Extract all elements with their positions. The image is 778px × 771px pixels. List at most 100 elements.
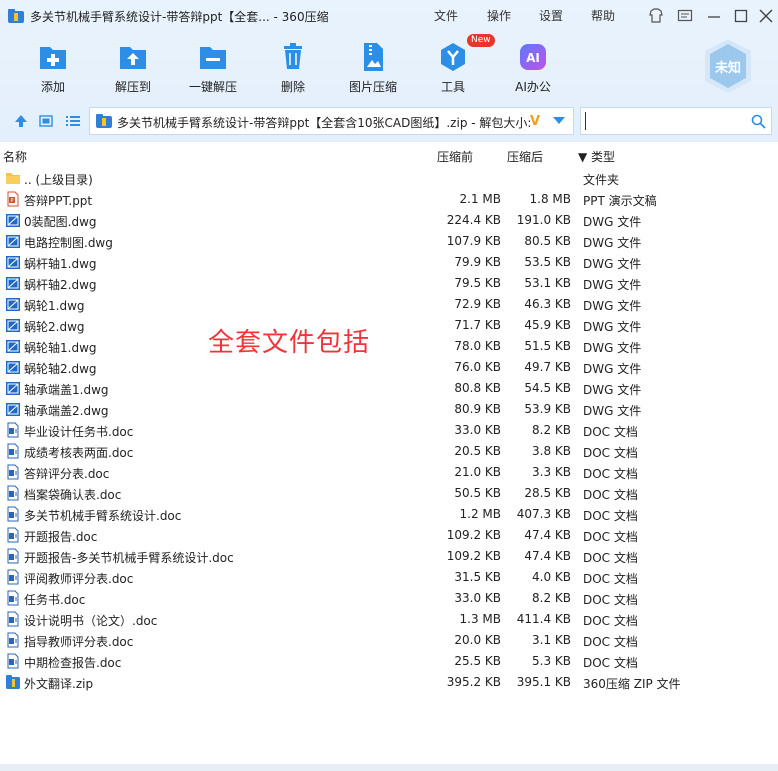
ai-office-icon: AI (520, 44, 546, 70)
column-type[interactable]: ▼ 类型 (578, 148, 615, 165)
file-row[interactable]: 开题报告.doc 109.2 KB 47.4 KB DOC 文档 (0, 525, 778, 546)
file-unpacked-size: 411.4 KB (516, 612, 571, 626)
file-type: PPT 演示文稿 (583, 194, 657, 208)
close-icon[interactable] (758, 8, 774, 24)
column-packed[interactable]: 压缩前 (437, 148, 473, 165)
menu-operation[interactable]: 操作 (487, 7, 511, 24)
doc-file-icon (5, 464, 21, 480)
file-name: 评阅教师评分表.doc (24, 572, 134, 586)
up-arrow-icon[interactable] (14, 114, 28, 128)
thumbnail-view-icon[interactable] (39, 114, 53, 128)
file-type: DOC 文档 (583, 593, 638, 607)
file-type: DWG 文件 (583, 341, 642, 355)
file-row[interactable]: 设计说明书（论文）.doc 1.3 MB 411.4 KB DOC 文档 (0, 609, 778, 630)
file-row[interactable]: 中期检查报告.doc 25.5 KB 5.3 KB DOC 文档 (0, 651, 778, 672)
file-row[interactable]: .. (上级目录) 文件夹 (0, 168, 778, 189)
overlay-caption: 全套文件包括 (208, 328, 371, 358)
file-unpacked-size: 53.9 KB (524, 402, 571, 416)
file-row[interactable]: P 答辩PPT.ppt 2.1 MB 1.8 MB PPT 演示文稿 (0, 189, 778, 210)
ai-office-button[interactable]: AI AI办公 (493, 38, 573, 100)
file-row[interactable]: 指导教师评分表.doc 20.0 KB 3.1 KB DOC 文档 (0, 630, 778, 651)
file-row[interactable]: 电路控制图.dwg 107.9 KB 80.5 KB DWG 文件 (0, 231, 778, 252)
list-view-icon[interactable] (66, 114, 80, 128)
extract-to-label: 解压到 (114, 80, 151, 94)
search-box[interactable] (580, 107, 772, 135)
app-logo-icon (8, 9, 24, 23)
file-row[interactable]: 档案袋确认表.doc 50.5 KB 28.5 KB DOC 文档 (0, 483, 778, 504)
file-type: DOC 文档 (583, 656, 638, 670)
doc-file-icon (5, 422, 21, 438)
skin-icon[interactable] (648, 8, 664, 24)
add-label: 添加 (40, 80, 65, 94)
file-unpacked-size: 49.7 KB (524, 360, 571, 374)
feedback-icon[interactable] (677, 8, 693, 24)
file-unpacked-size: 47.4 KB (524, 528, 571, 542)
file-unpacked-size: 47.4 KB (524, 549, 571, 563)
file-name: 蜗杆轴2.dwg (24, 278, 97, 292)
dropdown-arrow-icon[interactable] (553, 117, 565, 125)
dwg-file-icon (5, 380, 21, 396)
file-row[interactable]: 毕业设计任务书.doc 33.0 KB 8.2 KB DOC 文档 (0, 420, 778, 441)
minimize-icon[interactable] (706, 8, 722, 24)
one-click-extract-button[interactable]: 一键解压 (173, 38, 253, 100)
image-compress-icon (364, 43, 383, 71)
file-row[interactable]: 多关节机械手臂系统设计.doc 1.2 MB 407.3 KB DOC 文档 (0, 504, 778, 525)
file-row[interactable]: 轴承端盖2.dwg 80.9 KB 53.9 KB DWG 文件 (0, 399, 778, 420)
file-name: 电路控制图.dwg (24, 236, 113, 250)
file-packed-size: 33.0 KB (454, 591, 501, 605)
file-row[interactable]: 评阅教师评分表.doc 31.5 KB 4.0 KB DOC 文档 (0, 567, 778, 588)
file-row[interactable]: 外文翻译.zip 395.2 KB 395.1 KB 360压缩 ZIP 文件 (0, 672, 778, 693)
file-name: 开题报告.doc (24, 530, 98, 544)
file-packed-size: 25.5 KB (454, 654, 501, 668)
extract-to-button[interactable]: 解压到 (93, 38, 173, 100)
file-row[interactable]: 答辩评分表.doc 21.0 KB 3.3 KB DOC 文档 (0, 462, 778, 483)
archive-path: 多关节机械手臂系统设计-带答辩ppt【全套含10张CAD图纸】.zip - 解包… (117, 116, 532, 130)
folder-file-icon (5, 170, 21, 186)
file-type: DOC 文档 (583, 635, 638, 649)
file-row[interactable]: 蜗杆轴2.dwg 79.5 KB 53.1 KB DWG 文件 (0, 273, 778, 294)
title-bar: 多关节机械手臂系统设计-带答辩ppt【全套... - 360压缩 文件 操作 设… (0, 0, 778, 32)
image-compress-button[interactable]: 图片压缩 (333, 38, 413, 100)
ai-office-label: AI办公 (515, 80, 551, 94)
file-packed-size: 2.1 MB (459, 192, 501, 206)
image-compress-label: 图片压缩 (348, 80, 397, 94)
file-row[interactable]: 蜗轮1.dwg 72.9 KB 46.3 KB DWG 文件 (0, 294, 778, 315)
add-button[interactable]: 添加 (13, 38, 93, 100)
file-row[interactable]: 0装配图.dwg 224.4 KB 191.0 KB DWG 文件 (0, 210, 778, 231)
file-name: 成绩考核表两面.doc (24, 446, 134, 460)
file-type: DOC 文档 (583, 530, 638, 544)
file-row[interactable]: 蜗杆轴1.dwg 79.9 KB 53.5 KB DWG 文件 (0, 252, 778, 273)
file-type: DWG 文件 (583, 299, 642, 313)
file-packed-size: 109.2 KB (446, 549, 501, 563)
add-file-icon (40, 47, 66, 69)
delete-button[interactable]: 删除 (253, 38, 333, 100)
column-name[interactable]: 名称 (3, 148, 27, 165)
file-row[interactable]: 轴承端盖1.dwg 80.8 KB 54.5 KB DWG 文件 (0, 378, 778, 399)
tools-button[interactable]: New 工具 (413, 34, 495, 100)
maximize-icon[interactable] (733, 8, 749, 24)
file-unpacked-size: 53.1 KB (524, 276, 571, 290)
file-unpacked-size: 28.5 KB (524, 486, 571, 500)
new-badge: New (467, 34, 495, 47)
search-input[interactable] (585, 112, 745, 130)
dwg-file-icon (5, 359, 21, 375)
column-header: 名称 压缩前 压缩后 ▼ 类型 (0, 144, 778, 166)
column-unpacked[interactable]: 压缩后 (507, 148, 543, 165)
menu-settings[interactable]: 设置 (539, 7, 563, 24)
dwg-file-icon (5, 233, 21, 249)
menu-file[interactable]: 文件 (434, 7, 458, 24)
file-packed-size: 78.0 KB (454, 339, 501, 353)
file-row[interactable]: 开题报告-多关节机械手臂系统设计.doc 109.2 KB 47.4 KB DOC 文… (0, 546, 778, 567)
file-type: DWG 文件 (583, 362, 642, 376)
file-row[interactable]: 蜗轮2.dwg 71.7 KB 45.9 KB DWG 文件 (0, 315, 778, 336)
file-row[interactable]: 蜗轮轴2.dwg 76.0 KB 49.7 KB DWG 文件 (0, 357, 778, 378)
file-row[interactable]: 蜗轮轴1.dwg 78.0 KB 51.5 KB DWG 文件 (0, 336, 778, 357)
file-name: 0装配图.dwg (24, 215, 97, 229)
address-bar[interactable]: 多关节机械手臂系统设计-带答辩ppt【全套含10张CAD图纸】.zip - 解包… (89, 107, 574, 135)
file-type: DWG 文件 (583, 383, 642, 397)
search-icon[interactable] (751, 114, 766, 129)
file-row[interactable]: 成绩考核表两面.doc 20.5 KB 3.8 KB DOC 文档 (0, 441, 778, 462)
menu-help[interactable]: 帮助 (591, 7, 615, 24)
file-row[interactable]: 任务书.doc 33.0 KB 8.2 KB DOC 文档 (0, 588, 778, 609)
dwg-file-icon (5, 317, 21, 333)
